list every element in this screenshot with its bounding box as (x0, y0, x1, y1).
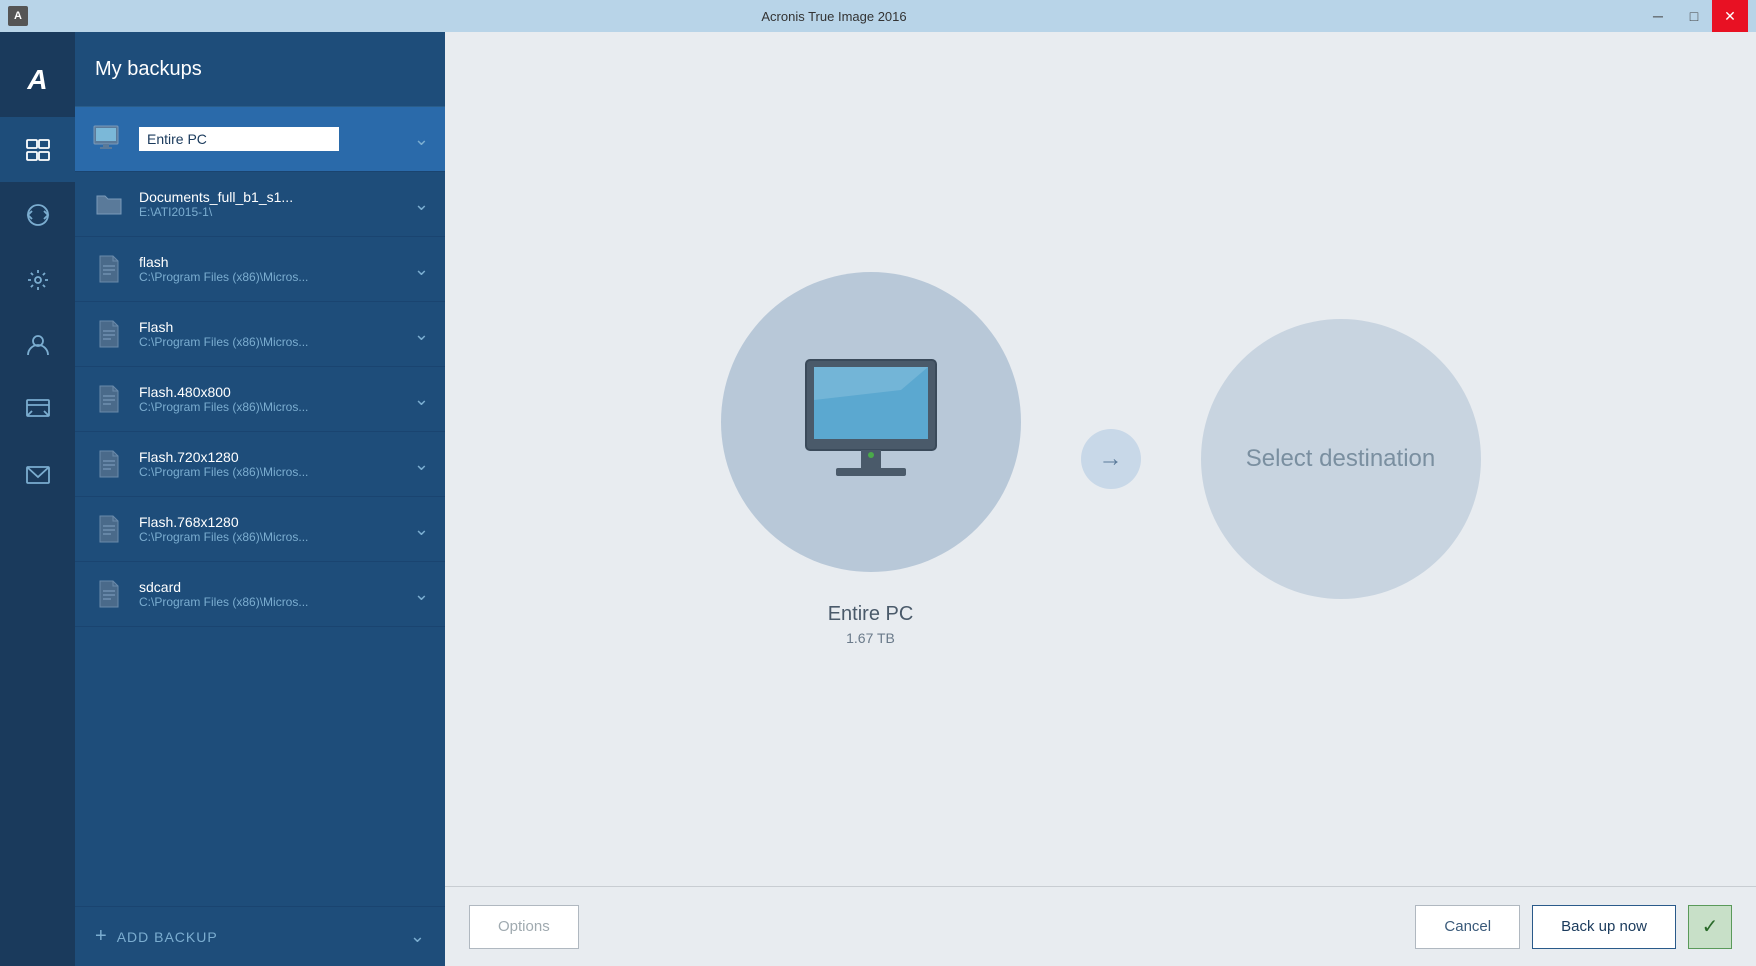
file-icon (91, 381, 127, 417)
back-up-now-button[interactable]: Back up now (1532, 905, 1676, 949)
mail-icon (24, 461, 52, 489)
backup-item-info (139, 127, 406, 151)
backup-item-name: sdcard (139, 579, 406, 595)
arrow-icon: → (1081, 429, 1141, 489)
backup-check-button[interactable]: ✓ (1688, 905, 1732, 949)
chevron-down-icon: ⌄ (414, 259, 429, 280)
logo-button[interactable]: A (0, 42, 75, 117)
backup-panel-title: My backups (95, 58, 202, 81)
backup-item-info: Flash.720x1280 C:\Program Files (x86)\Mi… (139, 449, 406, 479)
sidebar-item-backups[interactable] (0, 117, 75, 182)
backup-item-name (139, 127, 406, 151)
backup-panel-header: My backups (75, 32, 445, 107)
chevron-down-icon: ⌄ (414, 584, 429, 605)
icon-sidebar: A (0, 32, 75, 966)
main-container: A (0, 32, 1756, 966)
backup-item-name: Flash.480x800 (139, 384, 406, 400)
chevron-down-icon: ⌄ (414, 389, 429, 410)
options-button[interactable]: Options (469, 905, 579, 949)
source-circle (721, 272, 1021, 572)
window-title: Acronis True Image 2016 (28, 9, 1640, 24)
select-destination-button[interactable]: Select destination (1201, 319, 1481, 599)
backup-item-info: Flash.480x800 C:\Program Files (x86)\Mic… (139, 384, 406, 414)
backup-item-path: C:\Program Files (x86)\Micros... (139, 270, 406, 284)
chevron-down-icon: ⌄ (414, 324, 429, 345)
backup-item-name: Flash.720x1280 (139, 449, 406, 465)
file-icon (91, 251, 127, 287)
plus-icon: + (95, 925, 107, 948)
minimize-button[interactable]: ─ (1640, 0, 1676, 32)
backup-item-name: flash (139, 254, 406, 270)
file-icon (91, 576, 127, 612)
backup-source: Entire PC 1.67 TB (721, 272, 1021, 646)
add-backup-label: ADD BACKUP (117, 929, 218, 945)
backup-item-info: Documents_full_b1_s1... E:\ATI2015-1\ (139, 189, 406, 219)
file-icon (91, 446, 127, 482)
sidebar-item-mail[interactable] (0, 442, 75, 507)
backup-item-path: C:\Program Files (x86)\Micros... (139, 335, 406, 349)
list-item[interactable]: Documents_full_b1_s1... E:\ATI2015-1\ ⌄ (75, 172, 445, 237)
sidebar-item-account[interactable] (0, 312, 75, 377)
backup-panel: My backups ⌄ (75, 32, 445, 966)
check-icon: ✓ (1702, 914, 1719, 939)
backup-item-name: Flash (139, 319, 406, 335)
close-button[interactable]: ✕ (1712, 0, 1748, 32)
chevron-down-icon: ⌄ (414, 194, 429, 215)
account-icon (24, 331, 52, 359)
source-label: Entire PC (828, 603, 914, 626)
chevron-down-icon: ⌄ (414, 129, 429, 150)
backup-item-path: C:\Program Files (x86)\Micros... (139, 400, 406, 414)
add-backup-button[interactable]: + ADD BACKUP ⌄ (75, 906, 445, 966)
backup-item-path: C:\Program Files (x86)\Micros... (139, 465, 406, 479)
sidebar-item-sync[interactable] (0, 182, 75, 247)
backup-item-path: E:\ATI2015-1\ (139, 205, 406, 219)
backup-item-info: Flash.768x1280 C:\Program Files (x86)\Mi… (139, 514, 406, 544)
bottom-right-actions: Cancel Back up now ✓ (1415, 905, 1732, 949)
list-item[interactable]: Flash.720x1280 C:\Program Files (x86)\Mi… (75, 432, 445, 497)
content-area: Entire PC 1.67 TB → Select destination O… (445, 32, 1756, 966)
content-main: Entire PC 1.67 TB → Select destination (445, 32, 1756, 886)
list-item[interactable]: Flash.768x1280 C:\Program Files (x86)\Mi… (75, 497, 445, 562)
backup-item-info: flash C:\Program Files (x86)\Micros... (139, 254, 406, 284)
backup-item-info: sdcard C:\Program Files (x86)\Micros... (139, 579, 406, 609)
chevron-down-icon: ⌄ (414, 519, 429, 540)
backup-item-name: Flash.768x1280 (139, 514, 406, 530)
help-icon (24, 396, 52, 424)
destination-label: Select destination (1246, 443, 1435, 474)
backup-item-info: Flash C:\Program Files (x86)\Micros... (139, 319, 406, 349)
sync-icon (24, 201, 52, 229)
sidebar-item-help[interactable] (0, 377, 75, 442)
file-icon (91, 316, 127, 352)
backup-item-path: C:\Program Files (x86)\Micros... (139, 595, 406, 609)
bottom-bar: Options Cancel Back up now ✓ (445, 886, 1756, 966)
maximize-button[interactable]: □ (1676, 0, 1712, 32)
cancel-button[interactable]: Cancel (1415, 905, 1520, 949)
backup-list: ⌄ Documents_full_b1_s1... E:\ATI2015-1\ … (75, 107, 445, 906)
list-item[interactable]: Flash.480x800 C:\Program Files (x86)\Mic… (75, 367, 445, 432)
monitor-icon (91, 121, 127, 157)
pc-monitor-icon (786, 355, 956, 490)
list-item[interactable]: Flash C:\Program Files (x86)\Micros... ⌄ (75, 302, 445, 367)
backups-icon (24, 136, 52, 164)
sidebar-item-tools[interactable] (0, 247, 75, 312)
list-item[interactable]: flash C:\Program Files (x86)\Micros... ⌄ (75, 237, 445, 302)
folder-icon (91, 186, 127, 222)
file-icon (91, 511, 127, 547)
source-size: 1.67 TB (828, 630, 914, 646)
backup-item-name: Documents_full_b1_s1... (139, 189, 406, 205)
backup-name-input[interactable] (139, 127, 339, 151)
list-item[interactable]: sdcard C:\Program Files (x86)\Micros... … (75, 562, 445, 627)
backup-item-path: C:\Program Files (x86)\Micros... (139, 530, 406, 544)
window-controls: ─ □ ✕ (1640, 0, 1748, 32)
titlebar: A Acronis True Image 2016 ─ □ ✕ (0, 0, 1756, 32)
list-item[interactable]: ⌄ (75, 107, 445, 172)
app-icon: A (8, 6, 28, 26)
chevron-down-icon: ⌄ (410, 926, 425, 947)
chevron-down-icon: ⌄ (414, 454, 429, 475)
bottom-left-actions: Options (469, 905, 579, 949)
tools-icon (24, 266, 52, 294)
